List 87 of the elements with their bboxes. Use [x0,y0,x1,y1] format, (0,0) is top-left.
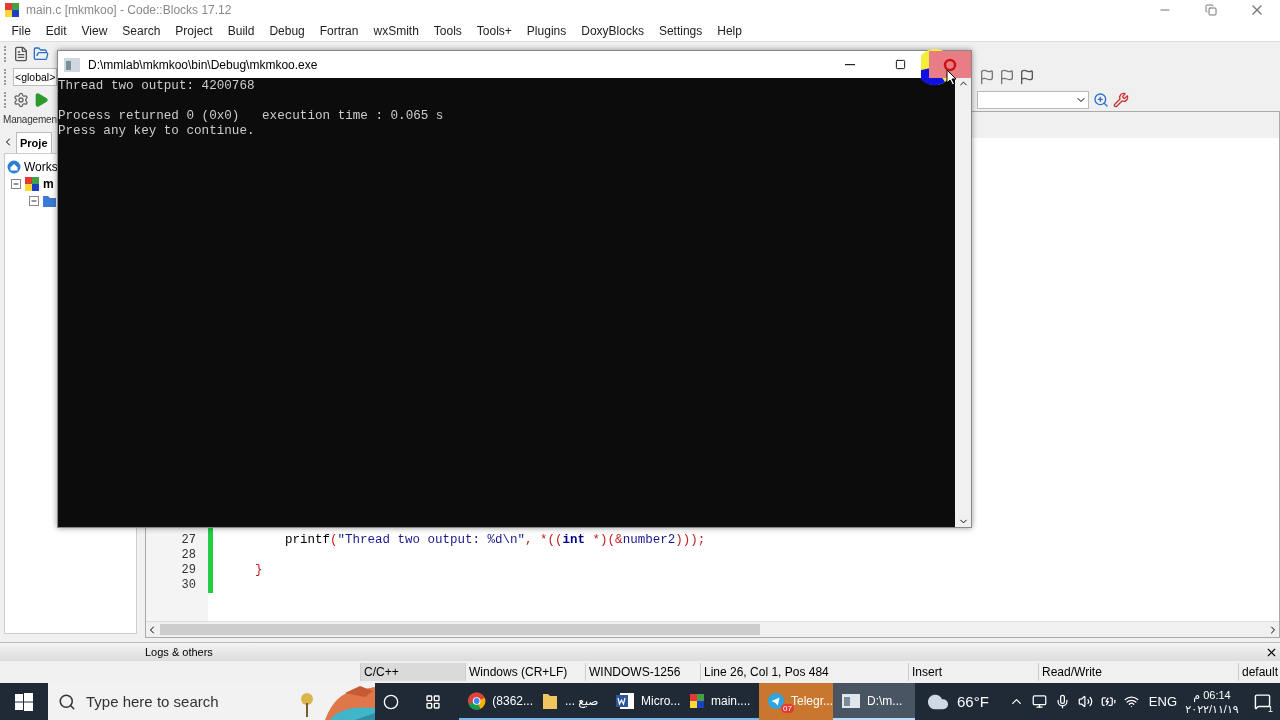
notification-count: 1 [1268,704,1274,714]
menu-item[interactable]: Plugins [519,23,574,38]
menu-item[interactable]: Debug [261,23,313,38]
status-field: Windows (CR+LF) [465,663,585,681]
taskbar-app[interactable]: (8362... [459,683,533,720]
line-number: 28 [180,548,197,563]
menu-item[interactable]: Fortran [312,23,366,38]
status-field: default [1238,663,1280,681]
code-line: printf("Thread two output: %d\n", *((int *)(&number2))); [284,533,707,548]
panel-tab[interactable]: Proje [16,132,52,153]
menu-item[interactable]: Search [114,23,168,38]
task-view-icon [425,693,441,710]
collapse-toggle[interactable] [11,178,21,189]
status-field: Line 26, Col 1, Pos 484 [700,663,908,681]
window-title: main.c [mkmkoo] - Code::Blocks 17.12 [26,3,233,17]
status-field: Insert [908,663,1038,681]
run-icon[interactable] [33,91,49,108]
mic-icon[interactable] [1054,694,1070,709]
clock[interactable]: 06:14 م ٢٠٢٢/١١/١٩ [1177,687,1248,716]
status-field: Read/Write [1038,663,1238,681]
taskbar-app[interactable]: صبع ... [533,683,607,720]
vertical-scrollbar[interactable] [955,78,971,527]
console-icon [64,57,80,72]
scope-dropdown[interactable]: <global> [13,67,58,86]
maximize-icon [894,59,906,70]
panel-title: Logs & others [145,646,213,658]
console-icon [841,691,861,710]
restore-icon [1205,4,1217,16]
horizontal-scrollbar[interactable] [146,621,1279,637]
console-output: Process returned 0 (0x0) execution time : 0.065 s [58,109,445,124]
search-field[interactable]: Type here to search [48,683,375,720]
search-icon [58,692,76,711]
badge: 07 [781,704,794,713]
taskbar-app[interactable]: D:\m... [833,683,915,720]
volume-icon[interactable] [1077,694,1093,709]
line-number: 29 [180,563,197,578]
line-number: 30 [180,578,197,593]
menu-item[interactable]: Help [709,23,750,38]
minimize-icon [845,63,855,66]
menu-item[interactable]: Tools [426,23,470,38]
wifi-icon[interactable] [1123,694,1139,709]
scrollbar-thumb[interactable] [160,624,760,635]
project-icon [24,175,40,192]
menu-item[interactable]: Build [220,23,262,38]
menu-item[interactable]: Tools+ [469,23,520,38]
collapse-toggle[interactable] [29,195,39,206]
menu-item[interactable]: DoxyBlocks [573,23,652,38]
line-number: 27 [180,533,197,548]
console-output: Thread two output: 4200768 [58,79,256,94]
status-field: C/C++ [360,663,465,681]
console-output: Press any key to continue. [58,124,256,139]
menu-item[interactable]: File [4,23,39,38]
folder-icon [42,193,57,208]
telegram-icon [767,690,785,711]
search-icon[interactable] [1093,91,1109,108]
status-field: WINDOWS-1256 [585,663,700,681]
tree-item[interactable]: Works [24,159,58,174]
tree-item[interactable]: m [43,176,54,191]
panel-title: Managemen [3,114,57,125]
menu-item[interactable]: wxSmith [365,23,427,38]
windows-logo-icon [15,692,33,711]
menu-item[interactable]: View [74,23,115,38]
new-file-icon[interactable] [13,45,29,62]
codeblocks-icon [689,692,705,709]
workspace-icon [7,159,21,174]
close-icon [943,57,957,72]
circle-icon [383,693,399,710]
flag-icon[interactable] [979,68,996,85]
weather-text: 66°F [957,693,989,710]
language-indicator[interactable]: ENG [1148,694,1178,709]
chrome-icon [467,690,487,711]
message-icon [1253,693,1271,710]
settings-icon[interactable] [13,91,29,108]
notifications-button[interactable]: 1 [1247,683,1278,720]
battery-icon[interactable] [1100,694,1116,709]
menu-item[interactable]: Project [167,23,221,38]
console-title: D:\mmlab\mkmkoo\bin\Debug\mkmkoo.exe [88,57,319,72]
menu-item[interactable]: Settings [651,23,710,38]
open-folder-icon[interactable] [33,45,49,62]
flag-icon[interactable] [1019,68,1036,85]
code-line: } [254,563,264,578]
app-logo-icon [4,2,20,18]
wrench-icon[interactable] [1113,91,1129,108]
flag-icon[interactable] [999,68,1016,85]
menu-item[interactable]: Edit [38,23,75,38]
word-icon [615,690,635,711]
taskbar-app[interactable]: Micro... [607,683,681,720]
